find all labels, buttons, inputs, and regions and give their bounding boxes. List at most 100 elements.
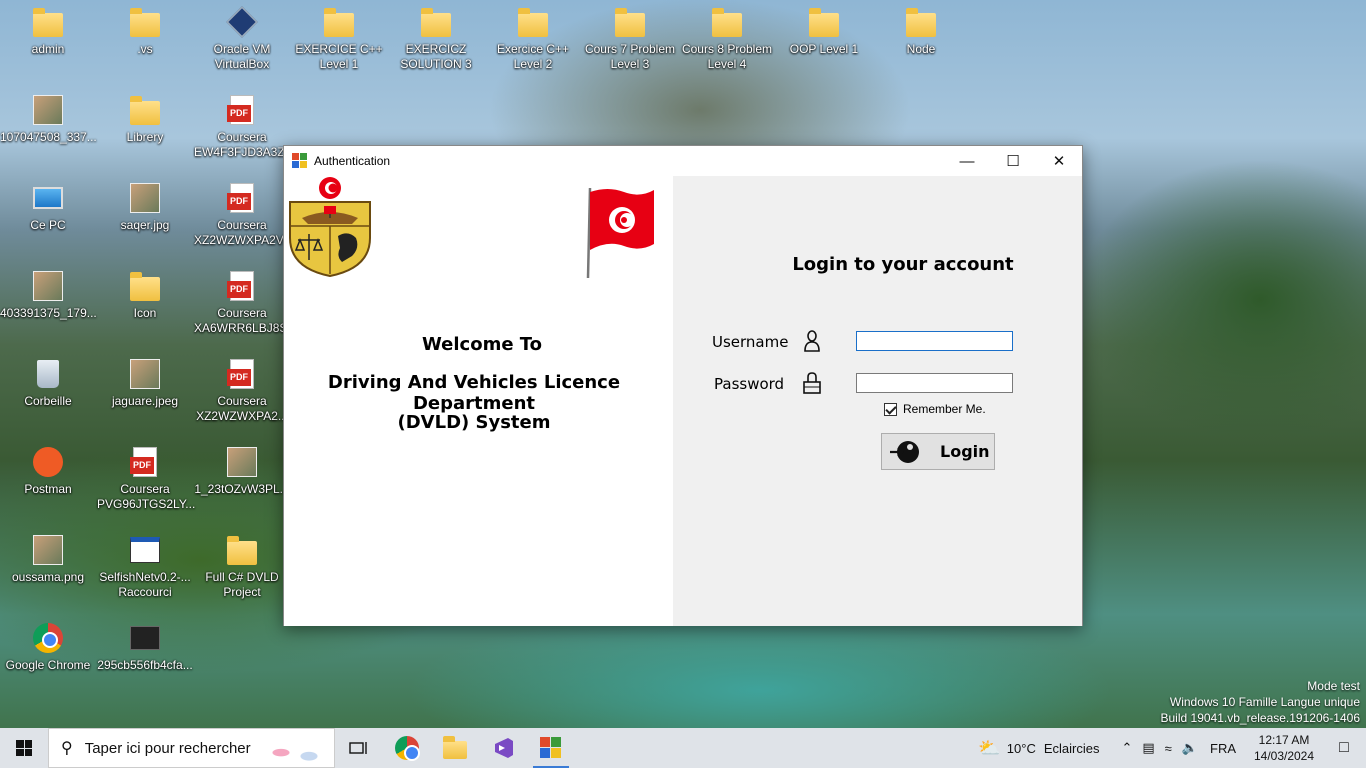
desktop-icon[interactable]: EXERCICZ SOLUTION 3	[388, 6, 484, 72]
desktop-icon[interactable]: PDF Coursera XZ2WZWXPA2...	[194, 358, 290, 424]
pc-glyph	[33, 187, 63, 209]
desktop-icon[interactable]: Ce PC	[0, 182, 96, 233]
pdf-icon: PDF	[226, 182, 258, 214]
search-placeholder: Taper ici pour rechercher	[84, 739, 251, 757]
desktop-icon-label: Coursera EW4F3FJD3A3Z...	[194, 130, 295, 159]
desktop-icon[interactable]: admin	[0, 6, 96, 57]
desktop-icon[interactable]: Librery	[97, 94, 193, 145]
network-icon[interactable]: ▤	[1142, 740, 1154, 756]
desktop-icon[interactable]: Full C# DVLD Project	[194, 534, 290, 600]
photo-glyph	[130, 359, 160, 389]
desktop-icon[interactable]: Node	[873, 6, 969, 57]
desktop-icon[interactable]: EXERCICE C++ Level 1	[291, 6, 387, 72]
desktop-icon[interactable]: 107047508_337...	[0, 94, 97, 145]
folder-glyph	[615, 8, 645, 37]
clock-time: 12:17 AM	[1258, 733, 1310, 747]
desktop-icon[interactable]: oussama.png	[0, 534, 96, 585]
pdf-icon: PDF	[226, 358, 258, 390]
taskbar-dvld-app[interactable]	[527, 728, 575, 768]
photo-glyph	[33, 535, 63, 565]
desktop-icon-label: saqer.jpg	[120, 218, 170, 232]
weather-temperature[interactable]: 10°C	[1007, 741, 1036, 756]
desktop-icon[interactable]: .vs	[97, 6, 193, 57]
desktop-icon[interactable]: PDF Coursera XA6WRR6LBJ8S...	[194, 270, 298, 336]
language-indicator[interactable]: FRA	[1210, 741, 1236, 756]
desktop-icon-label: .vs	[137, 42, 153, 56]
weather-icon[interactable]: ⛅	[978, 738, 1000, 759]
folder-glyph	[130, 96, 160, 125]
wifi-icon[interactable]: ≈	[1165, 741, 1172, 756]
desktop-icon-label: 107047508_337...	[0, 130, 97, 144]
desktop-icon[interactable]: 1_23tOZvW3PL...	[194, 446, 290, 497]
desktop-icon[interactable]: Cours 7 Problem Level 3	[582, 6, 678, 72]
desktop-icon-label: Corbeille	[24, 394, 72, 408]
chevron-up-icon[interactable]: ⌃	[1121, 740, 1132, 756]
desktop-icon[interactable]: jaguare.jpeg	[97, 358, 193, 409]
pdf-glyph: PDF	[227, 183, 254, 213]
folder-icon	[129, 94, 161, 126]
photo-icon	[32, 534, 64, 566]
volume-icon[interactable]: 🔈	[1182, 740, 1198, 756]
desktop-icon-label: OOP Level 1	[789, 42, 859, 56]
folder-glyph	[324, 8, 354, 37]
pdf-badge: PDF	[227, 105, 251, 122]
login-button[interactable]: Login	[881, 433, 995, 470]
desktop-icon[interactable]: Oracle VM VirtualBox	[194, 6, 290, 72]
desktop-icon-label: Coursera XA6WRR6LBJ8S...	[194, 306, 298, 335]
photo-glyph	[130, 183, 160, 213]
folder-glyph	[906, 8, 936, 37]
window-title: Authentication	[314, 154, 391, 168]
folder-glyph	[809, 8, 839, 37]
desktop-icon[interactable]: PDF Coursera EW4F3FJD3A3Z...	[194, 94, 295, 160]
desktop-icon-label: oussama.png	[11, 570, 85, 584]
desktop-icon[interactable]: PDF Coursera PVG96JTGS2LY...	[97, 446, 195, 512]
desktop-icon-label: Coursera XZ2WZWXPA2V...	[194, 218, 293, 247]
photo-glyph	[227, 447, 257, 477]
recycle-bin-icon	[32, 358, 64, 390]
username-input[interactable]	[856, 331, 1013, 351]
minimize-button[interactable]: —	[944, 146, 990, 176]
dark-glyph	[130, 626, 160, 650]
maximize-button[interactable]: ☐	[990, 146, 1036, 176]
desktop-icon[interactable]: PDF Coursera XZ2WZWXPA2V...	[194, 182, 293, 248]
weather-condition[interactable]: Eclaircies	[1044, 741, 1100, 756]
desktop-icon[interactable]: Icon	[97, 270, 193, 321]
taskbar-chrome[interactable]	[383, 728, 431, 768]
pdf-badge: PDF	[227, 281, 251, 298]
desktop-icon[interactable]: Exercice C++ Level 2	[485, 6, 581, 72]
folder-icon	[226, 534, 258, 566]
app-icon	[129, 534, 161, 566]
folder-glyph	[518, 8, 548, 37]
notification-icon[interactable]: □	[1322, 739, 1366, 757]
folder-icon	[517, 6, 549, 38]
close-button[interactable]: ✕	[1036, 146, 1082, 176]
folder-icon	[129, 6, 161, 38]
folder-icon	[614, 6, 646, 38]
desktop-icon-label: Postman	[24, 482, 72, 496]
login-icon	[890, 440, 919, 463]
desktop-icon[interactable]: Postman	[0, 446, 96, 497]
password-input[interactable]	[856, 373, 1013, 393]
taskbar-visual-studio[interactable]	[479, 728, 527, 768]
remember-me-checkbox[interactable]	[884, 402, 897, 416]
start-button[interactable]	[0, 728, 48, 768]
photo-icon	[226, 446, 258, 478]
desktop-icon[interactable]: Cours 8 Problem Level 4	[679, 6, 775, 72]
title-bar[interactable]: Authentication — ☐ ✕	[284, 146, 1082, 176]
taskbar-file-explorer[interactable]	[431, 728, 479, 768]
desktop-icon[interactable]: Google Chrome	[0, 622, 96, 673]
desktop-icon[interactable]: SelfishNetv0.2-... Raccourci	[97, 534, 193, 600]
desktop-icon[interactable]: Corbeille	[0, 358, 96, 409]
welcome-heading: Welcome To	[421, 334, 543, 355]
clock[interactable]: 12:17 AM 14/03/2024	[1246, 732, 1322, 764]
remember-me[interactable]: Remember Me.	[884, 402, 986, 416]
postman-glyph	[33, 447, 63, 477]
photo-icon	[129, 358, 161, 390]
taskbar-search[interactable]: ⚲ Taper ici pour rechercher	[48, 728, 335, 768]
desktop-icon[interactable]: 295cb556fb4cfa...	[97, 622, 193, 673]
task-view-button[interactable]	[335, 728, 383, 768]
desktop-icon[interactable]: OOP Level 1	[776, 6, 872, 57]
watermark-edition: Windows 10 Famille Langue unique	[1169, 695, 1360, 709]
desktop-icon[interactable]: saqer.jpg	[97, 182, 193, 233]
desktop-icon[interactable]: 403391375_179...	[0, 270, 97, 321]
